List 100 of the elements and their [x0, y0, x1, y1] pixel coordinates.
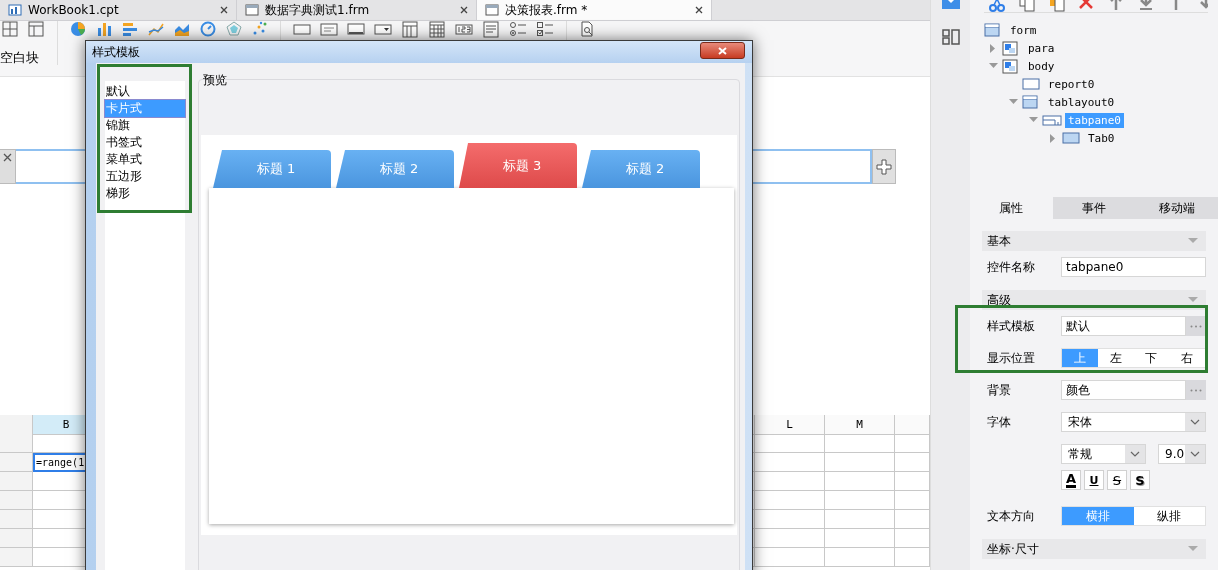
segmented-control[interactable]: 上 左 下 右	[1061, 348, 1206, 368]
font-color-button[interactable]: A	[1061, 470, 1081, 490]
table-cell[interactable]	[755, 529, 825, 548]
expanded-arrow-icon[interactable]	[1028, 117, 1038, 123]
underline-button[interactable]: U	[1084, 470, 1104, 490]
radar-chart-icon[interactable]	[226, 21, 242, 37]
radio-group-icon[interactable]	[509, 21, 527, 38]
list-item[interactable]: 书签式	[105, 134, 185, 151]
gauge-icon[interactable]	[200, 21, 216, 37]
field-label: 控件名称	[986, 258, 1036, 276]
section-header[interactable]: 坐标·尺寸	[982, 539, 1206, 559]
tree-node[interactable]: Tab0	[1085, 130, 1118, 146]
row-header[interactable]	[0, 472, 33, 491]
column-header[interactable]: M	[825, 415, 895, 435]
date-icon[interactable]	[401, 21, 419, 38]
table-cell[interactable]	[755, 472, 825, 491]
line-chart-icon[interactable]	[148, 21, 164, 37]
segment-option[interactable]: 右	[1169, 349, 1205, 367]
layout-icon[interactable]	[2, 21, 18, 37]
list-item[interactable]: 锦旗	[105, 117, 185, 134]
table-cell[interactable]	[825, 529, 895, 548]
property-tab[interactable]: 移动端	[1135, 197, 1218, 219]
text-box-icon[interactable]	[293, 21, 311, 38]
font-dropdown[interactable]: 宋体	[1061, 412, 1206, 432]
field-label: 文本方向	[986, 507, 1036, 525]
checkbox-group-icon[interactable]	[536, 21, 554, 38]
close-button[interactable]	[700, 42, 745, 59]
document-tab[interactable]: 决策报表.frm *	[477, 0, 712, 20]
text-field[interactable]: 默认	[1061, 316, 1186, 336]
text-field[interactable]: tabpane0	[1061, 257, 1206, 277]
table-cell[interactable]	[825, 510, 895, 529]
document-tab[interactable]: 数据字典测试1.frm	[237, 0, 477, 20]
layout-icon[interactable]	[941, 29, 960, 45]
column-header[interactable]	[895, 415, 930, 435]
field-label: 样式模板	[986, 317, 1036, 335]
tree-node[interactable]: report0	[1045, 76, 1098, 92]
segment-option[interactable]: 纵排	[1133, 507, 1205, 525]
segment-option[interactable]: 左	[1097, 349, 1134, 367]
list-item[interactable]: 梯形	[105, 185, 185, 202]
expanded-arrow-icon[interactable]	[988, 63, 998, 69]
more-button[interactable]	[1186, 316, 1206, 336]
row-header[interactable]	[0, 434, 33, 453]
text-field[interactable]: 颜色	[1061, 380, 1186, 400]
row-header[interactable]	[0, 548, 33, 567]
block-label: 空白块	[0, 49, 40, 67]
add-tab-button[interactable]	[872, 149, 896, 184]
table-cell[interactable]	[825, 472, 895, 491]
property-tab[interactable]: 事件	[1052, 197, 1136, 219]
document-tab[interactable]: WorkBook1.cpt	[0, 0, 237, 20]
close-icon[interactable]	[220, 6, 228, 14]
close-button[interactable]	[0, 149, 16, 184]
calendar-icon[interactable]	[428, 21, 446, 38]
corner-header[interactable]	[0, 415, 33, 435]
horizontal-bar-chart-icon[interactable]	[122, 21, 138, 37]
preview-icon[interactable]	[579, 21, 595, 37]
collapse-caret-icon	[1188, 238, 1198, 244]
font-style-dropdown[interactable]: 常规	[1061, 444, 1146, 464]
shadow-button[interactable]: S	[1130, 470, 1150, 490]
row-header[interactable]	[0, 491, 33, 510]
section-header[interactable]: 基本	[982, 231, 1206, 251]
bar-chart-icon[interactable]	[96, 21, 112, 37]
table-cell[interactable]	[825, 548, 895, 567]
table-cell[interactable]	[825, 434, 895, 453]
row-header[interactable]	[0, 510, 33, 529]
row-header[interactable]	[0, 453, 33, 472]
segment-option[interactable]: 下	[1133, 349, 1170, 367]
row-header[interactable]	[0, 529, 33, 548]
button-icon[interactable]	[347, 21, 365, 38]
table-cell[interactable]	[755, 510, 825, 529]
table-cell[interactable]	[755, 491, 825, 510]
collapsed-arrow-icon[interactable]	[990, 43, 996, 53]
tree-node[interactable]: tablayout0	[1045, 94, 1118, 110]
tree-node[interactable]: form	[1007, 22, 1040, 38]
scatter-plot-icon[interactable]	[252, 21, 268, 37]
pie-chart-icon[interactable]	[70, 21, 86, 37]
text-area-icon[interactable]	[482, 21, 500, 38]
table-cell[interactable]	[825, 453, 895, 472]
widget-panel-button[interactable]	[941, 0, 960, 9]
list-item[interactable]: 菜单式	[105, 151, 185, 168]
dropdown-icon[interactable]	[374, 21, 392, 38]
tree-node[interactable]: para	[1025, 40, 1058, 56]
section-header[interactable]: 高级	[982, 290, 1206, 310]
font-size-dropdown[interactable]: 9.0	[1158, 444, 1206, 464]
list-item[interactable]: 默认	[105, 83, 185, 100]
close-icon[interactable]	[460, 6, 468, 14]
label-icon[interactable]	[320, 21, 338, 38]
column-header[interactable]: L	[755, 415, 825, 435]
collapsed-arrow-icon[interactable]	[1050, 133, 1056, 143]
table-cell[interactable]	[755, 453, 825, 472]
expanded-arrow-icon[interactable]	[1008, 99, 1018, 105]
close-icon[interactable]	[695, 6, 703, 14]
table-cell[interactable]	[755, 434, 825, 453]
layout-icon[interactable]	[28, 21, 44, 37]
list-item[interactable]: 五边形	[105, 168, 185, 185]
table-cell[interactable]	[755, 548, 825, 567]
table-cell[interactable]	[825, 491, 895, 510]
number-field-icon[interactable]	[455, 21, 473, 38]
strikethrough-button[interactable]: S	[1107, 470, 1127, 490]
tree-node[interactable]: body	[1025, 58, 1058, 74]
segmented-control[interactable]: 横排 纵排	[1061, 506, 1206, 526]
